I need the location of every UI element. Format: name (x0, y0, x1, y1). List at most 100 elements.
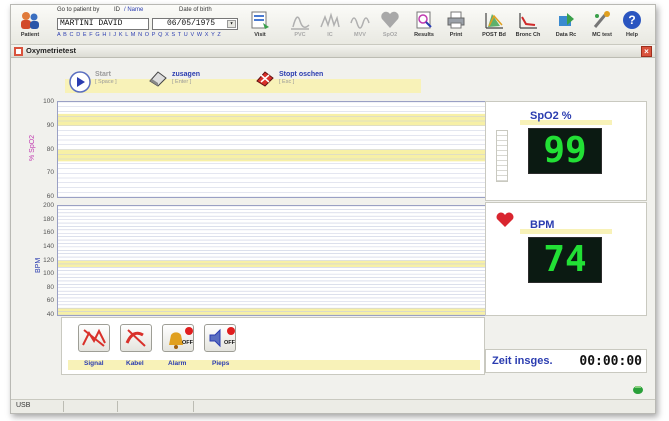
alarm-button[interactable]: OFF (162, 324, 194, 352)
start-action[interactable]: Start [ Space ] (69, 71, 117, 93)
chevron-down-icon[interactable]: ▾ (227, 20, 236, 28)
stop-label: Stopt oschen (279, 71, 324, 78)
mc-test-icon (593, 11, 610, 28)
status-divider (117, 401, 118, 412)
spo2-gridlines (58, 102, 486, 197)
alarm-state: OFF (182, 340, 193, 346)
heart-icon (496, 212, 514, 227)
name-label: / Name (124, 7, 144, 13)
axis-tick-label: 40 (46, 311, 54, 318)
connection-icon (633, 386, 643, 394)
axis-tick-label: 100 (43, 270, 54, 278)
ic-button[interactable]: IC (313, 7, 347, 43)
bpm-gridlines (58, 206, 486, 315)
visit-icon (251, 11, 269, 29)
normal-range-band (58, 113, 486, 126)
axis-tick-label: 70 (46, 169, 54, 177)
zusagen-action[interactable]: zusagen [ Enter ] (148, 71, 201, 87)
svg-text:?: ? (628, 13, 635, 27)
window-icon (14, 47, 23, 56)
axis-tick-label: 60 (46, 193, 54, 200)
stop-erase-icon (256, 71, 274, 87)
timer-panel: Zeit insges. 00:00:00 (485, 349, 647, 373)
print-button[interactable]: Print (439, 7, 473, 43)
help-icon: ? (623, 11, 641, 29)
window-title: Oxymetrietest (26, 46, 77, 55)
spo2-chart (57, 101, 487, 198)
post-bd-icon (485, 13, 503, 29)
stop-key: [ Esc ] (279, 79, 295, 85)
bpm-value-display: 74 (528, 237, 602, 283)
results-button[interactable]: Results (407, 7, 441, 43)
spo2-value-display: 99 (528, 128, 602, 174)
main-toolbar: Patient Go to patient by ID / Name Date … (11, 5, 655, 45)
dob-label: Date of birth (179, 7, 212, 13)
pieps-button[interactable]: OFF (204, 324, 236, 352)
eraser-icon (149, 71, 167, 87)
pieps-status-dot (227, 327, 235, 335)
patient-button[interactable]: Patient (13, 7, 47, 43)
alarm-status-dot (185, 327, 193, 335)
spo2-readout-panel: SpO2 % 99 (485, 101, 647, 201)
timer-value: 00:00:00 (579, 354, 642, 369)
axis-tick-label: 80 (46, 283, 54, 291)
spo2-button[interactable]: SpO2 (373, 7, 407, 43)
bpm-readout-label: BPM (530, 219, 555, 231)
data-rc-icon (559, 13, 574, 26)
post-bd-button[interactable]: POST Bd (477, 7, 511, 43)
bronc-ch-icon (519, 13, 537, 29)
pieps-label: Pieps (212, 360, 230, 367)
mc-test-button[interactable]: MC test (585, 7, 619, 43)
signal-button[interactable] (78, 324, 110, 352)
axis-tick-label: 180 (43, 215, 54, 223)
dob-select[interactable]: 06/05/1975 ▾ (152, 18, 238, 30)
start-key: [ Space ] (95, 79, 117, 85)
window-titlebar: Oxymetrietest × (11, 45, 655, 58)
ic-curve-icon (320, 12, 340, 28)
axis-tick-label: 80 (46, 145, 54, 153)
bpm-readout-panel: BPM 74 (485, 202, 647, 316)
mvv-button[interactable]: MVV (343, 7, 377, 43)
alphabet-index[interactable]: A B C D E F G H I J K L M N O P Q X S T … (57, 32, 221, 38)
zusagen-label: zusagen (172, 71, 201, 78)
status-buttons-panel: Signal Kabel OFF Alarm OFF Pieps (61, 317, 485, 375)
bronc-ch-button[interactable]: Bronc Ch (511, 7, 545, 43)
patient-icon (21, 12, 39, 29)
spo2-axis-label: % SpO2 (29, 134, 36, 161)
mvv-wave-icon (350, 17, 370, 29)
axis-tick-label: 140 (43, 242, 54, 250)
goto-label: Go to patient by (57, 7, 100, 13)
id-label: ID (114, 7, 120, 13)
signal-label: Signal (84, 360, 104, 367)
axis-tick-label: 100 (43, 98, 54, 105)
patient-label: Patient (20, 32, 40, 38)
stop-action[interactable]: Stopt oschen [ Esc ] (255, 71, 324, 87)
axis-tick-label: 160 (43, 229, 54, 237)
zusagen-key: [ Enter ] (172, 79, 192, 85)
pieps-state: OFF (224, 340, 235, 346)
status-divider (193, 401, 194, 412)
bpm-chart (57, 205, 487, 316)
results-icon (416, 11, 432, 29)
patient-name-field[interactable]: MARTINI DAVID (57, 18, 149, 30)
cable-off-icon (125, 329, 146, 347)
close-button[interactable]: × (641, 46, 652, 57)
visit-button[interactable]: Visit (243, 7, 277, 43)
play-icon (69, 71, 91, 93)
pvc-button[interactable]: PVC (283, 7, 317, 43)
help-button[interactable]: ? Help (615, 7, 649, 43)
dob-value: 06/05/1975 (167, 19, 216, 28)
alarm-label: Alarm (168, 360, 187, 367)
printer-icon (447, 11, 465, 29)
status-usb: USB (16, 402, 31, 409)
status-bar: USB (11, 399, 655, 413)
spo2-readout-label: SpO2 % (530, 110, 572, 122)
action-bar (65, 79, 421, 93)
heart-icon (381, 11, 399, 29)
kabel-button[interactable] (120, 324, 152, 352)
signal-off-icon (82, 328, 106, 347)
data-rc-button[interactable]: Data Rc (549, 7, 583, 43)
axis-tick-label: 60 (46, 297, 54, 305)
normal-range-band (58, 149, 486, 162)
app-window: Patient Go to patient by ID / Name Date … (10, 4, 656, 414)
